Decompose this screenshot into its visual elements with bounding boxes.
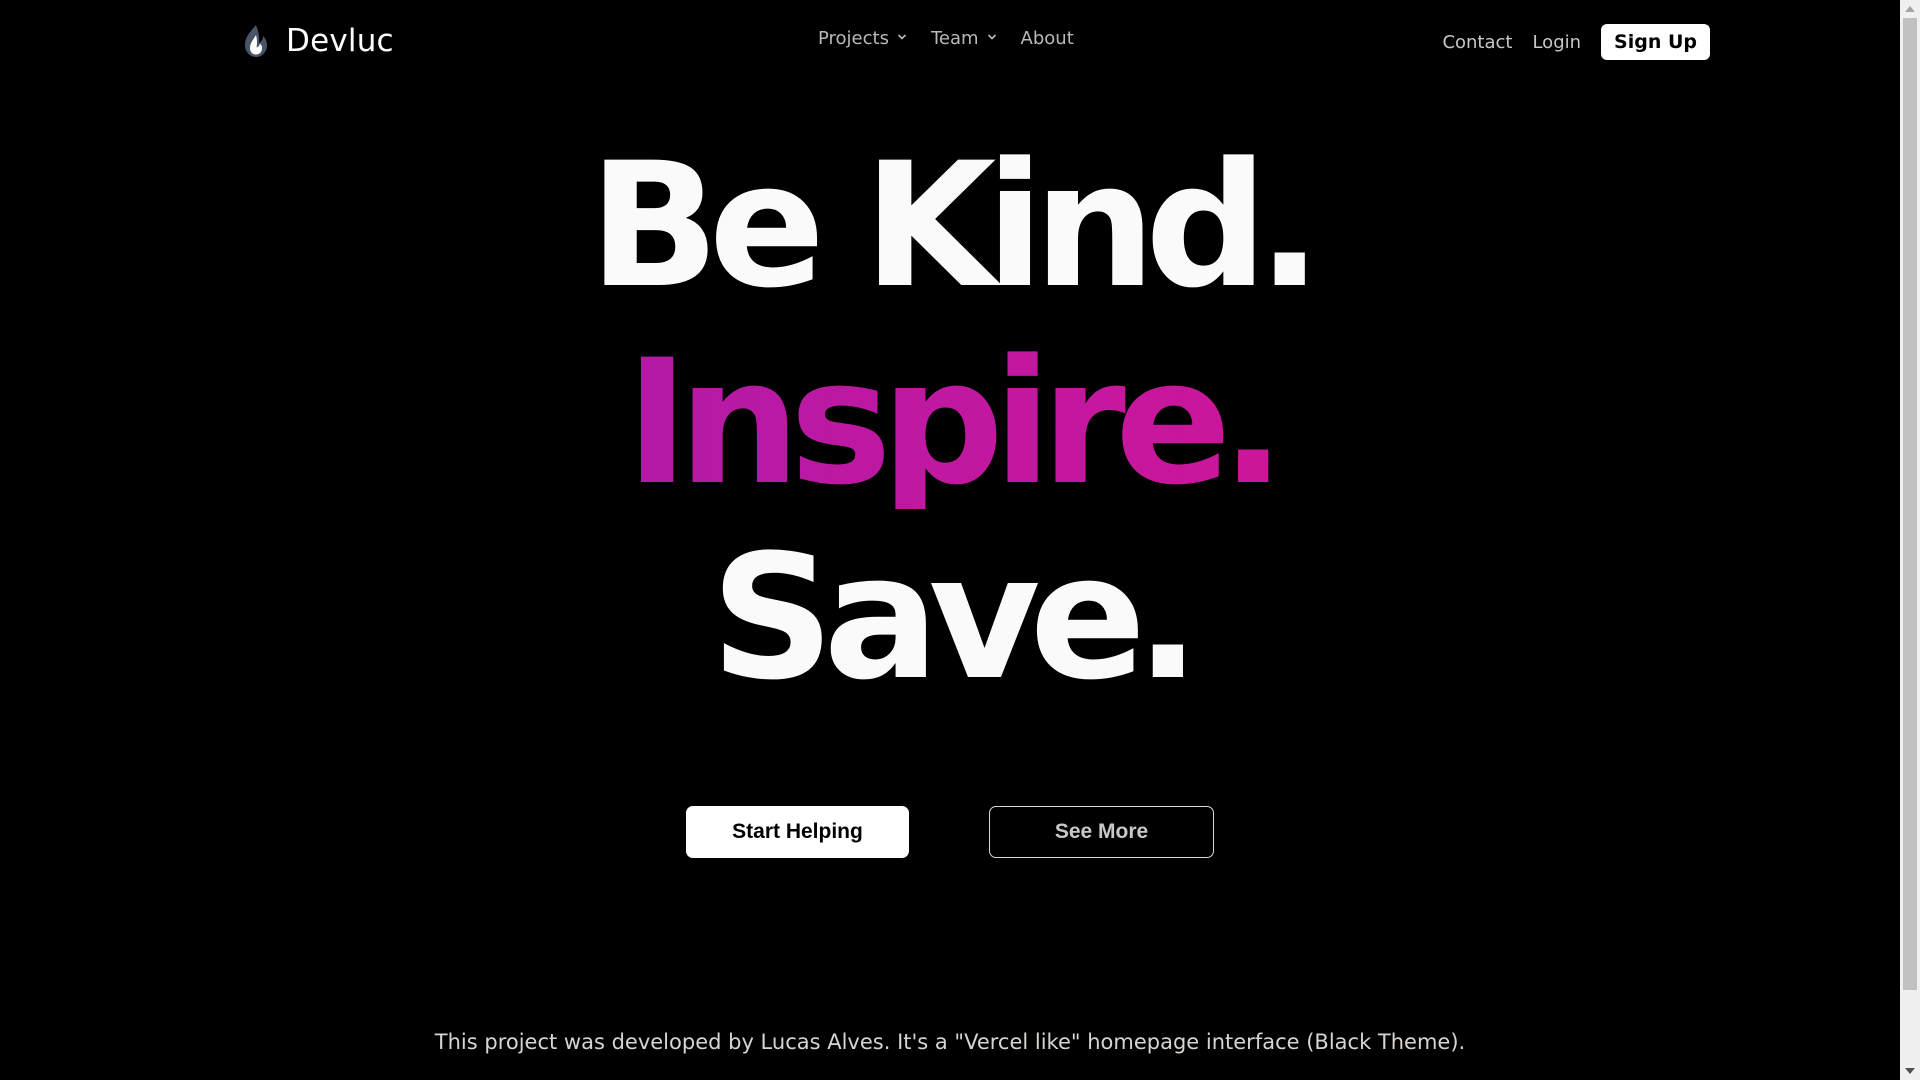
scroll-up-arrow-icon[interactable] bbox=[1900, 0, 1920, 18]
nav-actions: Contact Login Sign Up bbox=[1442, 24, 1710, 60]
nav-about-label: About bbox=[1020, 28, 1074, 49]
chevron-down-icon bbox=[987, 34, 996, 40]
flame-icon bbox=[245, 25, 267, 57]
scroll-down-arrow-icon[interactable] bbox=[1900, 1062, 1920, 1080]
vertical-scrollbar[interactable] bbox=[1900, 0, 1920, 1080]
nav-team[interactable]: Team bbox=[931, 28, 997, 49]
scrollbar-thumb[interactable] bbox=[1903, 18, 1917, 990]
footer-credit: This project was developed by Lucas Alve… bbox=[434, 1030, 1466, 1054]
contact-link[interactable]: Contact bbox=[1442, 32, 1512, 53]
homepage: Devluc Projects Team About Contact Login… bbox=[0, 0, 1900, 1080]
login-link[interactable]: Login bbox=[1532, 32, 1581, 53]
chevron-down-icon bbox=[897, 34, 907, 40]
hero-line-be-kind: Be Kind. bbox=[588, 125, 1323, 326]
see-more-button[interactable]: See More bbox=[989, 806, 1214, 858]
start-helping-button[interactable]: Start Helping bbox=[686, 806, 909, 858]
hero-line-save: Save. bbox=[710, 517, 1200, 718]
brand-name: Devluc bbox=[286, 23, 394, 59]
nav-projects[interactable]: Projects bbox=[818, 28, 907, 49]
nav-about[interactable]: About bbox=[1021, 28, 1074, 49]
sign-up-button[interactable]: Sign Up bbox=[1601, 24, 1710, 60]
nav-team-label: Team bbox=[930, 28, 979, 49]
main-nav: Projects Team About bbox=[818, 28, 1074, 49]
hero-line-inspire: Inspire. bbox=[0, 337, 1900, 509]
brand-logo-link[interactable]: Devluc bbox=[240, 20, 394, 62]
nav-projects-label: Projects bbox=[818, 28, 889, 49]
